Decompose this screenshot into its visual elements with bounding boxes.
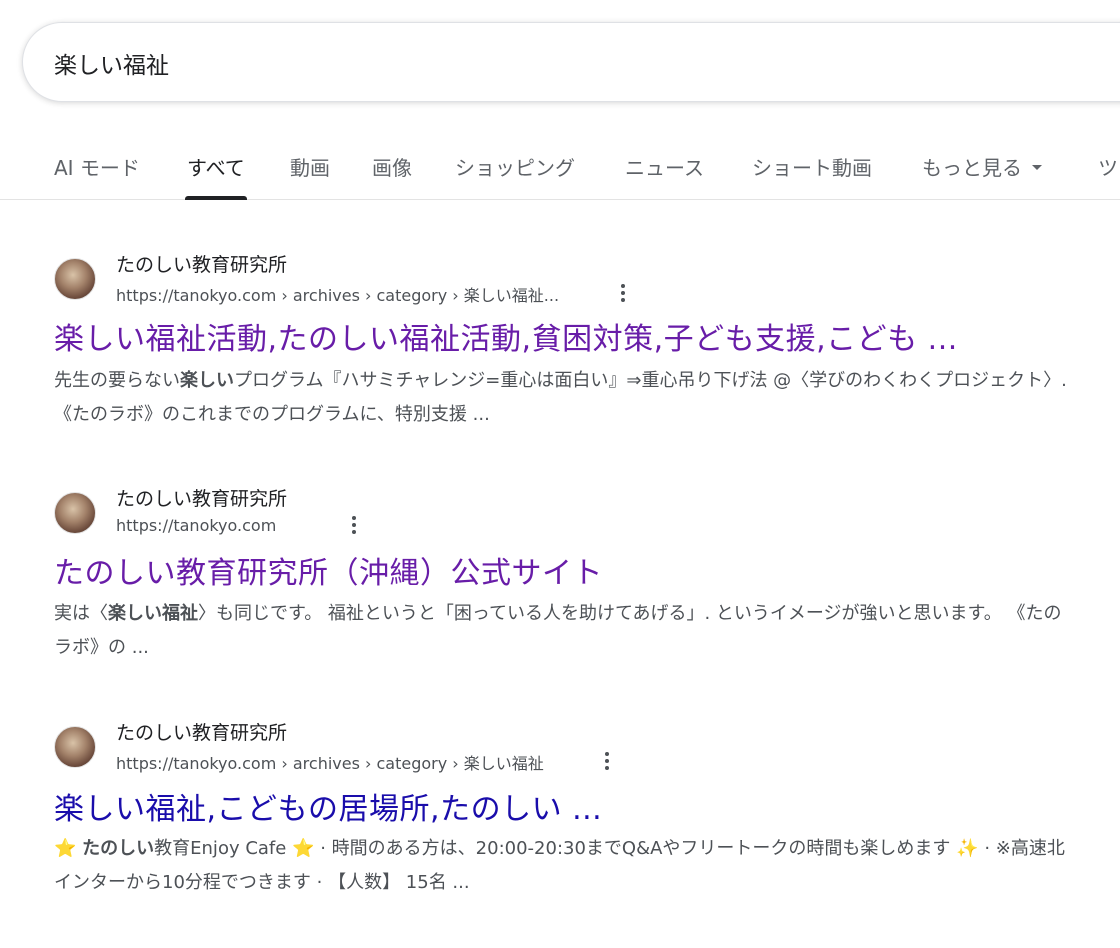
tab-all[interactable]: すべて bbox=[185, 152, 247, 200]
tab-shopping[interactable]: ショッピング bbox=[455, 152, 575, 200]
star-emoji-icon: ⭐ bbox=[54, 838, 77, 859]
tab-short-videos[interactable]: ショート動画 bbox=[752, 152, 872, 200]
result-title-link[interactable]: 楽しい福祉活動,たのしい福祉活動,貧困対策,子ども支援,こども ... bbox=[54, 314, 958, 358]
site-name[interactable]: たのしい教育研究所 bbox=[116, 250, 287, 277]
search-tabs: AI モード すべて 動画 画像 ショッピング ニュース ショート動画 もっと見… bbox=[0, 140, 1120, 200]
site-favicon[interactable] bbox=[54, 258, 96, 300]
result-title-link[interactable]: たのしい教育研究所（沖縄）公式サイト bbox=[54, 548, 603, 592]
search-result: たのしい教育研究所 https://tanokyo.com たのしい教育研究所（… bbox=[54, 484, 1094, 674]
search-results-page: AI モード すべて 動画 画像 ショッピング ニュース ショート動画 もっと見… bbox=[0, 0, 1120, 948]
star-emoji-icon: ⭐ bbox=[292, 838, 315, 859]
result-snippet: 先生の要らない楽しいプログラム『ハサミチャレンジ=重心は面白い』⇒重心吊り下げ法… bbox=[54, 370, 1067, 425]
site-name[interactable]: たのしい教育研究所 bbox=[116, 718, 287, 745]
site-url[interactable]: https://tanokyo.com bbox=[116, 516, 276, 535]
tab-more[interactable]: もっと見る bbox=[922, 152, 1042, 200]
more-options-icon[interactable] bbox=[605, 752, 609, 772]
tab-videos[interactable]: 動画 bbox=[290, 152, 330, 200]
search-result: たのしい教育研究所 https://tanokyo.com › archives… bbox=[54, 250, 1094, 440]
sparkles-emoji-icon: ✨ bbox=[956, 838, 979, 859]
tab-more-label: もっと見る bbox=[922, 156, 1022, 180]
tab-ai-mode[interactable]: AI モード bbox=[54, 152, 140, 200]
search-box[interactable] bbox=[22, 22, 1120, 102]
dropdown-caret-icon bbox=[1032, 165, 1042, 170]
result-snippet: ⭐ たのしい教育Enjoy Cafe ⭐ · 時間のある方は、20:00-20:… bbox=[54, 838, 1065, 893]
tab-images[interactable]: 画像 bbox=[372, 152, 412, 200]
tab-tools[interactable]: ツ bbox=[1098, 152, 1118, 200]
search-result: たのしい教育研究所 https://tanokyo.com › archives… bbox=[54, 718, 1094, 918]
search-input[interactable] bbox=[54, 45, 954, 81]
site-url[interactable]: https://tanokyo.com › archives › categor… bbox=[116, 282, 559, 306]
site-name[interactable]: たのしい教育研究所 bbox=[116, 484, 287, 511]
result-snippet: 実は〈楽しい福祉〉も同じです。 福祉というと「困っている人を助けてあげる」. と… bbox=[54, 603, 1062, 658]
site-favicon[interactable] bbox=[54, 492, 96, 534]
more-options-icon[interactable] bbox=[621, 284, 625, 304]
site-favicon[interactable] bbox=[54, 726, 96, 768]
site-url[interactable]: https://tanokyo.com › archives › categor… bbox=[116, 750, 544, 774]
tab-news[interactable]: ニュース bbox=[625, 152, 704, 200]
result-title-link[interactable]: 楽しい福祉,こどもの居場所,たのしい ... bbox=[54, 784, 602, 828]
more-options-icon[interactable] bbox=[352, 516, 356, 536]
